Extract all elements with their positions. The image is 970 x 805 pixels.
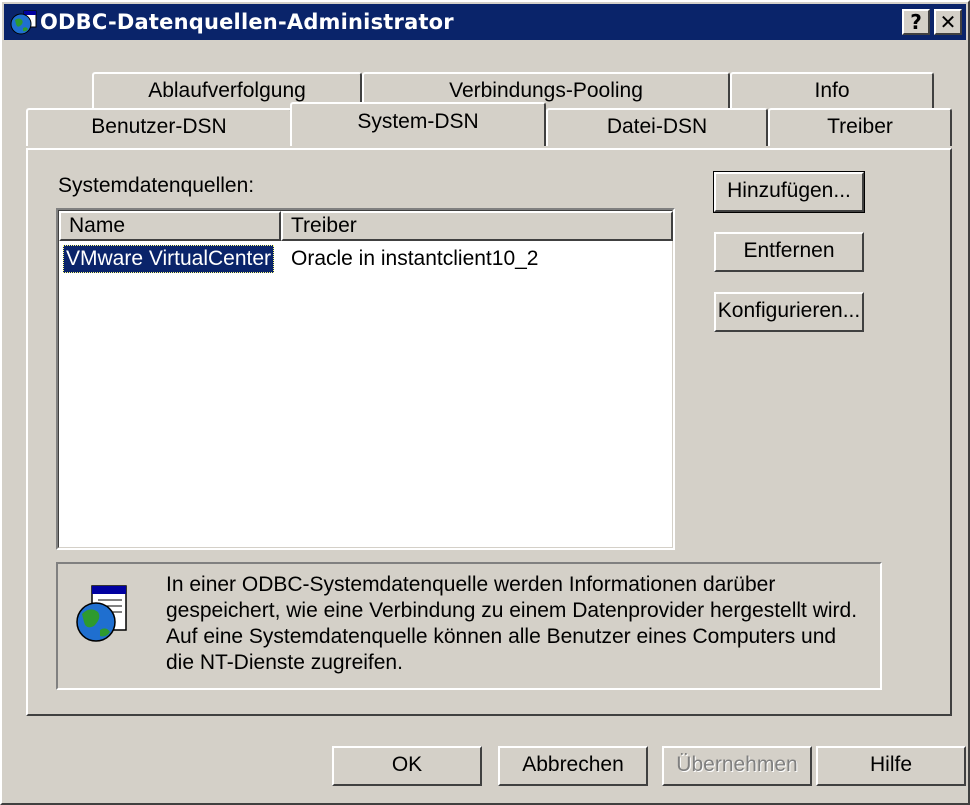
row-name-cell[interactable]: VMware VirtualCenter: [63, 245, 275, 273]
remove-button[interactable]: Entfernen: [714, 232, 864, 272]
cancel-button[interactable]: Abbrechen: [498, 746, 648, 786]
column-header-treiber[interactable]: Treiber: [281, 211, 673, 241]
info-text: In einer ODBC-Systemdatenquelle werden I…: [166, 573, 858, 674]
list-frame: Name Treiber VMware VirtualCenter Oracle…: [58, 210, 673, 548]
odbc-globe-icon: [10, 10, 37, 35]
apply-button[interactable]: Übernehmen: [662, 746, 812, 786]
configure-button[interactable]: Konfigurieren...: [714, 292, 864, 332]
ok-button[interactable]: OK: [332, 746, 482, 786]
help-title-button[interactable]: ?: [902, 9, 930, 35]
row-driver-cell[interactable]: Oracle in instantclient10_2: [291, 246, 538, 272]
tab-benutzer-dsn[interactable]: Benutzer-DSN: [26, 108, 292, 146]
close-title-button[interactable]: ✕: [934, 9, 962, 35]
tab-system-dsn[interactable]: System-DSN: [290, 102, 546, 146]
tab-datei-dsn[interactable]: Datei-DSN: [546, 108, 768, 146]
column-header-name[interactable]: Name: [59, 211, 281, 241]
systemdatenquellen-label: Systemdatenquellen:: [58, 174, 255, 197]
tab-info[interactable]: Info: [730, 72, 934, 110]
odbc-dialog: ODBC-Datenquellen-Administrator ? ✕ Abla…: [0, 0, 970, 805]
tab-treiber[interactable]: Treiber: [768, 108, 952, 146]
window-title: ODBC-Datenquellen-Administrator: [40, 10, 454, 34]
datasource-list[interactable]: Name Treiber VMware VirtualCenter Oracle…: [56, 208, 675, 550]
add-button[interactable]: Hinzufügen...: [713, 171, 865, 213]
datasource-globe-icon: [76, 585, 127, 642]
title-bar[interactable]: ODBC-Datenquellen-Administrator ? ✕: [4, 4, 966, 40]
help-button[interactable]: Hilfe: [816, 746, 966, 786]
